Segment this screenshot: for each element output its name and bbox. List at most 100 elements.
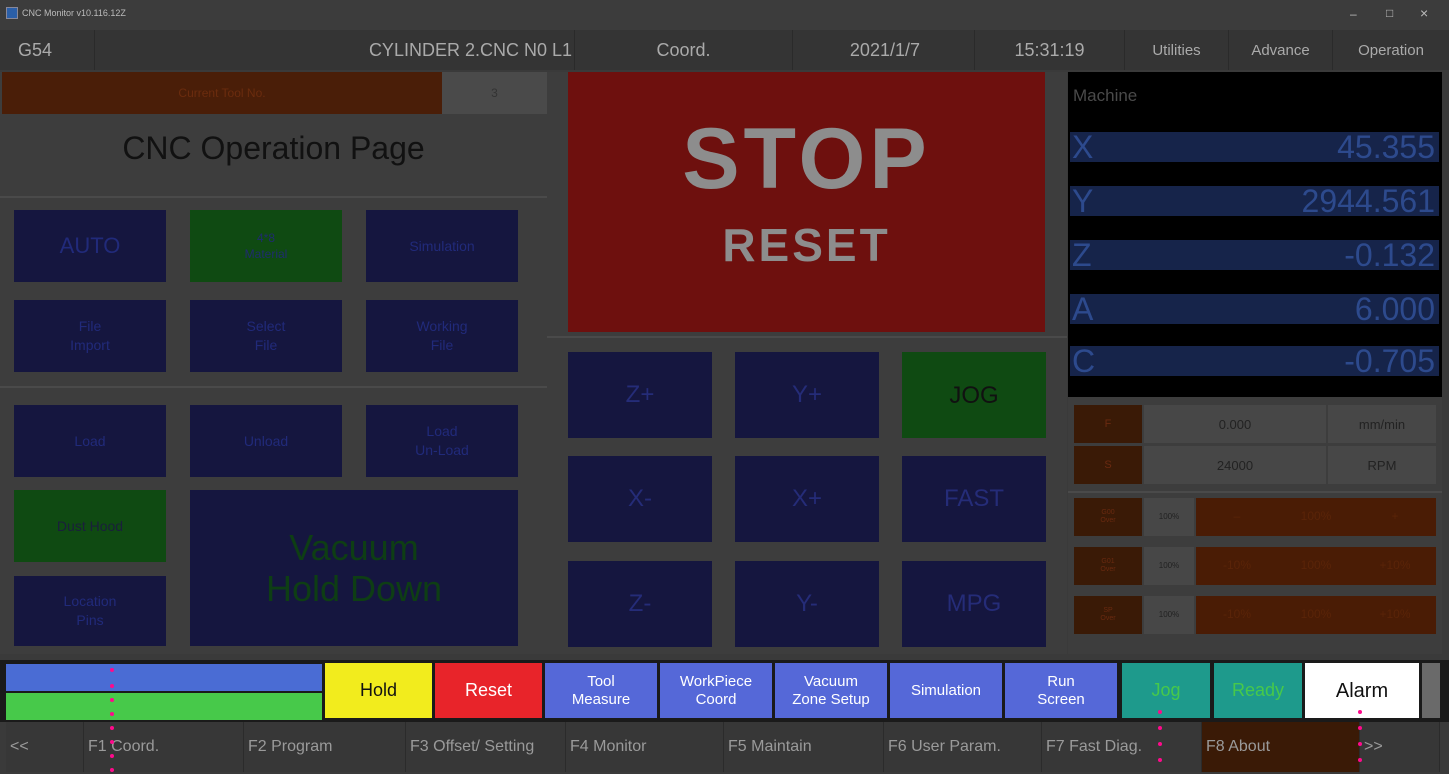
fast-button[interactable]: FAST: [902, 456, 1046, 542]
location-pins-button[interactable]: Location Pins: [14, 576, 166, 646]
dust-hood-button[interactable]: Dust Hood: [14, 490, 166, 562]
select-file-button[interactable]: Select File: [190, 300, 342, 372]
marker-dot: [1358, 710, 1362, 714]
axis-value: 45.355: [1337, 129, 1435, 165]
sp-override-reset-button[interactable]: 100%: [1278, 596, 1354, 634]
marker-dot: [110, 740, 114, 744]
mpg-button[interactable]: MPG: [902, 561, 1046, 647]
axis-label: Y: [1072, 183, 1094, 219]
next-page-button[interactable]: >>: [1360, 722, 1440, 772]
f5-maintain-button[interactable]: F5 Maintain: [724, 722, 884, 772]
sp-override-label: SP Over: [1074, 596, 1142, 634]
operation-menu[interactable]: Operation: [1333, 30, 1449, 70]
vacuum-hold-down-button[interactable]: Vacuum Hold Down: [190, 490, 518, 646]
reset-button[interactable]: Reset: [435, 663, 542, 718]
program-filename: CYLINDER 2.CNC N0 L1: [95, 30, 575, 70]
f6-user-param-button[interactable]: F6 User Param.: [884, 722, 1042, 772]
workpiece-coord-button[interactable]: WorkPiece Coord: [660, 663, 772, 718]
load-unload-button[interactable]: Load Un-Load: [366, 405, 518, 477]
alarm-indicator[interactable]: Alarm: [1305, 663, 1419, 718]
marker-dot: [1358, 758, 1362, 762]
jog-z-minus-button[interactable]: Z-: [568, 561, 712, 647]
jog-x-minus-button[interactable]: X-: [568, 456, 712, 542]
axis-value: -0.132: [1344, 237, 1435, 273]
file-import-button[interactable]: File Import: [14, 300, 166, 372]
jog-mode-indicator: Jog: [1122, 663, 1210, 718]
g00-override-plus-button[interactable]: +: [1354, 498, 1436, 536]
jog-y-plus-button[interactable]: Y+: [735, 352, 879, 438]
hold-button[interactable]: Hold: [325, 663, 432, 718]
unload-button[interactable]: Unload: [190, 405, 342, 477]
load-button[interactable]: Load: [14, 405, 166, 477]
sp-override-plus-button[interactable]: +10%: [1354, 596, 1436, 634]
stop-label: STOP: [682, 111, 931, 207]
g01-override-minus-button[interactable]: -10%: [1196, 547, 1278, 585]
axis-label: A: [1072, 291, 1094, 327]
marker-dot: [1158, 726, 1162, 730]
stop-reset-button[interactable]: STOP RESET: [568, 72, 1045, 332]
time-display: 15:31:19: [975, 30, 1125, 70]
coord-system: G54: [0, 30, 95, 70]
marker-dot: [110, 712, 114, 716]
run-screen-button[interactable]: Run Screen: [1005, 663, 1117, 718]
spindle-value: 24000: [1144, 446, 1326, 484]
marker-dot: [110, 668, 114, 672]
auto-button[interactable]: AUTO: [14, 210, 166, 282]
coord-label[interactable]: Coord.: [575, 30, 793, 70]
marker-dot: [110, 684, 114, 688]
g01-override-current: 100%: [1144, 547, 1194, 585]
axis-row-c: C -0.705: [1070, 343, 1439, 379]
progress-bar-bottom: [6, 693, 322, 720]
window-title: CNC Monitor v10.116.12Z: [22, 8, 126, 18]
divider: [547, 336, 1067, 338]
f1-coord-button[interactable]: F1 Coord.: [84, 722, 244, 772]
working-file-button[interactable]: Working File: [366, 300, 518, 372]
sp-override-minus-button[interactable]: -10%: [1196, 596, 1278, 634]
marker-dot: [1358, 742, 1362, 746]
title-bar: CNC Monitor v10.116.12Z – □ ×: [0, 0, 1449, 30]
simulation-status-button[interactable]: Simulation: [890, 663, 1002, 718]
marker-dot: [110, 698, 114, 702]
f2-program-button[interactable]: F2 Program: [244, 722, 406, 772]
jog-y-minus-button[interactable]: Y-: [735, 561, 879, 647]
reset-label: RESET: [722, 219, 891, 271]
marker-dot: [110, 754, 114, 758]
g01-override-label: G01 Over: [1074, 547, 1142, 585]
status-bar-edge: [1422, 663, 1440, 718]
g00-override-reset-button[interactable]: 100%: [1278, 498, 1354, 536]
axis-label: C: [1072, 343, 1096, 379]
app-icon: [6, 7, 18, 19]
advance-menu[interactable]: Advance: [1229, 30, 1333, 70]
vacuum-zone-setup-button[interactable]: Vacuum Zone Setup: [775, 663, 887, 718]
top-bar: G54 CYLINDER 2.CNC N0 L1 Coord. 2021/1/7…: [0, 30, 1449, 70]
f7-fast-diag-button[interactable]: F7 Fast Diag.: [1042, 722, 1202, 772]
jog-mode-button[interactable]: JOG: [902, 352, 1046, 438]
g01-override-reset-button[interactable]: 100%: [1278, 547, 1354, 585]
f8-about-button[interactable]: F8 About: [1202, 722, 1360, 772]
g00-override-minus-button[interactable]: –: [1196, 498, 1278, 536]
axis-value: 2944.561: [1301, 183, 1435, 219]
f3-offset-setting-button[interactable]: F3 Offset/ Setting: [406, 722, 566, 772]
current-tool-label: Current Tool No.: [2, 72, 442, 114]
f4-monitor-button[interactable]: F4 Monitor: [566, 722, 724, 772]
jog-x-plus-button[interactable]: X+: [735, 456, 879, 542]
minimize-button[interactable]: –: [1350, 7, 1357, 21]
prev-page-button[interactable]: <<: [6, 722, 84, 772]
spindle-unit: RPM: [1328, 446, 1436, 484]
ready-indicator: Ready: [1214, 663, 1302, 718]
machine-label: Machine: [1073, 86, 1138, 105]
material-button[interactable]: 4*8 Material: [190, 210, 342, 282]
axis-row-a: A 6.000: [1070, 291, 1439, 327]
utilities-menu[interactable]: Utilities: [1125, 30, 1229, 70]
simulation-button[interactable]: Simulation: [366, 210, 518, 282]
marker-dot: [1158, 710, 1162, 714]
axis-value: -0.705: [1344, 343, 1435, 379]
g01-override-plus-button[interactable]: +10%: [1354, 547, 1436, 585]
maximize-button[interactable]: □: [1386, 6, 1393, 20]
g00-override-current: 100%: [1144, 498, 1194, 536]
tool-measure-button[interactable]: Tool Measure: [545, 663, 657, 718]
axis-value: 6.000: [1354, 291, 1435, 327]
progress-bar-top: [6, 664, 322, 691]
jog-z-plus-button[interactable]: Z+: [568, 352, 712, 438]
close-button[interactable]: ×: [1420, 5, 1428, 21]
